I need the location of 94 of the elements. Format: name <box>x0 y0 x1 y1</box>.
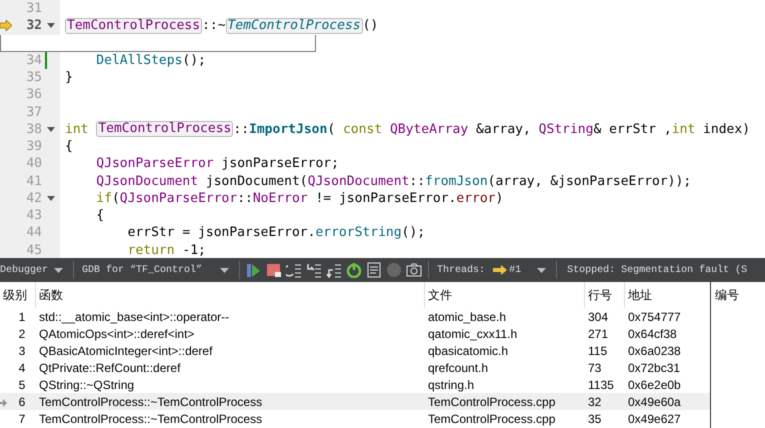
stack-row[interactable]: 4 QtPrivate::RefCount::deref qrefcount.h 73 0x72bc31 <box>0 359 710 376</box>
table-cell-text: TemControlProcess::~TemControlProcess <box>38 394 264 408</box>
table-cell-text: 115 <box>587 344 608 358</box>
code-line: { <box>64 139 73 154</box>
table-cell-text: 0x72bc31 <box>627 360 682 374</box>
line-number: 40 <box>25 156 42 172</box>
stack-row[interactable]: 7 TemControlProcess::~TemControlProcess TemControlProcess.cpp 35 0x49e627 <box>0 410 710 427</box>
code-line: errStr = jsonParseError.errorString(); <box>126 225 426 240</box>
table-cell-text: qbasicatomic.h <box>427 344 510 358</box>
table-cell-text: std::__atomic_base<int>::operator-- <box>38 310 230 324</box>
step-into-icon[interactable] <box>306 262 322 278</box>
table-cell-text: 1 <box>18 310 26 324</box>
table-cell-text: 304 <box>587 310 610 324</box>
stack-row[interactable]: 3 QBasicAtomicInteger<int>::deref qbasicatomic.h 115 0x6a0238 <box>0 342 710 359</box>
table-cell-text: 0x754777 <box>627 310 682 324</box>
table-cell-text: QAtomicOps<int>::deref<int> <box>38 326 196 340</box>
threads-label: Threads: <box>437 264 486 276</box>
table-cell-text: 1135 <box>587 378 615 392</box>
table-cell-text: 7 <box>18 412 26 426</box>
table-cell-text: QBasicAtomicInteger<int>::deref <box>38 344 214 358</box>
table-cell-text: QtPrivate::RefCount::deref <box>38 360 182 374</box>
continue-icon[interactable] <box>246 262 262 278</box>
line-number: 44 <box>25 225 42 240</box>
line-number: 39 <box>25 139 42 154</box>
table-cell-text: 0x49e627 <box>627 412 682 426</box>
table-cell-text: 2 <box>18 326 26 340</box>
table-cell-text: TemControlProcess.cpp <box>427 394 556 408</box>
step-over-icon[interactable] <box>286 262 302 278</box>
line-number: 36 <box>25 87 42 102</box>
caret-icon <box>537 268 546 272</box>
code-line: TemControlProcess::~TemControlProcess() <box>64 18 378 34</box>
table-cell-text: 0x64cf38 <box>627 326 678 340</box>
caret-icon <box>54 268 64 272</box>
stack-row[interactable]: 2 QAtomicOps<int>::deref<int> qatomic_cxx11.h 271 0x64cf38 <box>0 325 710 342</box>
line-number: 35 <box>25 70 42 86</box>
step-out-icon[interactable] <box>326 262 342 278</box>
table-cell-text: 0x6a0238 <box>627 344 682 358</box>
stack-row[interactable]: 5 QString::~QString qstring.h 1135 0x6e2e0b <box>0 376 710 393</box>
column-header[interactable]: 行号 <box>585 282 625 308</box>
current-frame-arrow-icon <box>0 398 7 406</box>
code-line: DelAllSteps(); <box>95 52 206 68</box>
table-cell-text: qstring.h <box>427 378 476 392</box>
table-cell-text: qatomic_cxx11.h <box>427 326 518 340</box>
engine-dropdown[interactable]: GDB for “TF_Control” <box>78 258 236 282</box>
code-line: QJsonParseError jsonParseError; <box>95 156 339 172</box>
table-cell-text: 5 <box>18 378 26 392</box>
column-header[interactable]: 函数 <box>36 282 425 308</box>
table-cell-text: 271 <box>587 326 610 340</box>
table-cell-text: 0x49e60a <box>627 394 682 408</box>
code-line: QJsonDocument jsonDocument(QJsonDocument::fromJson(array, &jsonParseError)); <box>95 174 692 189</box>
restart-icon[interactable] <box>346 262 362 278</box>
fold-icon[interactable] <box>47 23 55 28</box>
table-cell-text: 32 <box>587 394 602 408</box>
code-line: return -1; <box>126 242 206 258</box>
stop-icon[interactable] <box>266 262 282 278</box>
code-line: } <box>64 70 73 86</box>
line-number: 34 <box>25 52 42 68</box>
table-cell-text: TemControlProcess.cpp <box>427 412 556 426</box>
fold-icon[interactable] <box>47 196 55 201</box>
thread-arrow-icon <box>493 265 508 275</box>
table-cell-text: 0x6e2e0b <box>627 378 682 392</box>
line-number: 31 <box>25 1 42 16</box>
line-number: 43 <box>25 208 42 224</box>
fold-icon[interactable] <box>47 126 55 132</box>
table-cell-text: atomic_base.h <box>427 310 508 324</box>
table-cell-text: TemControlProcess::~TemControlProcess <box>38 412 264 426</box>
column-header[interactable]: 编号 <box>715 282 765 308</box>
table-cell: 6 <box>0 394 36 408</box>
code-line: { <box>95 208 104 224</box>
column-header[interactable]: 文件 <box>425 282 585 308</box>
status-text: Stopped: Segmentation fault (S <box>567 264 748 276</box>
table-cell-text: QString::~QString <box>38 378 136 392</box>
code-line: if(QJsonParseError::NoError != jsonParseError.error) <box>95 190 504 206</box>
line-number: 41 <box>25 174 42 189</box>
document-icon[interactable] <box>366 262 382 278</box>
camera-icon[interactable] <box>406 262 422 278</box>
line-number: 32 <box>25 18 42 34</box>
table-cell-text: 3 <box>18 344 26 358</box>
line-number: 45 <box>25 242 42 258</box>
code-line: int TemControlProcess::ImportJson( const QByteArray &array, QString& errStr ,int index) <box>64 121 750 138</box>
mode-dropdown[interactable]: Debugger <box>0 258 70 282</box>
stack-row[interactable]: 6 TemControlProcess::~TemControlProcess TemControlProcess.cpp 32 0x49e60a <box>0 393 710 410</box>
thread-dropdown[interactable]: #1 <box>509 258 552 282</box>
table-cell-text: 35 <box>587 412 602 426</box>
table-cell-text: qrefcount.h <box>427 360 490 374</box>
line-number: 42 <box>25 190 42 206</box>
table-cell-text: 4 <box>18 360 26 374</box>
column-header[interactable]: 地址 <box>625 282 710 308</box>
line-number: 38 <box>25 122 42 137</box>
stack-row[interactable]: 1 std::__atomic_base<int>::operator-- atomic_base.h 304 0x754777 <box>0 308 710 325</box>
line-number: 37 <box>25 104 42 120</box>
table-cell-text: 73 <box>587 360 602 374</box>
column-header[interactable]: 级别 <box>0 282 36 308</box>
caret-icon <box>220 268 230 272</box>
